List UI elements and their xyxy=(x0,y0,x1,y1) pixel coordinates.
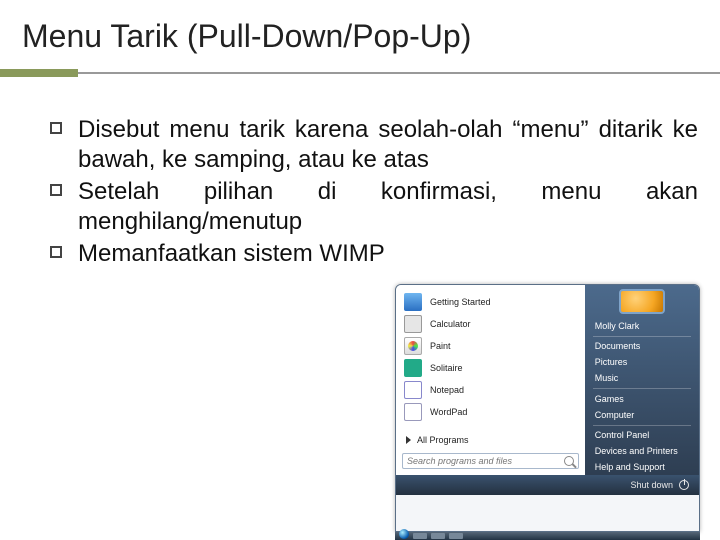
title-rule xyxy=(0,69,720,77)
bullet-marker-icon xyxy=(50,122,62,134)
start-menu-item-label: Paint xyxy=(430,341,451,351)
start-menu-item-label: WordPad xyxy=(430,407,467,417)
paint-icon xyxy=(404,337,422,355)
bullet-text: Memanfaatkan sistem WIMP xyxy=(78,239,698,269)
start-orb-icon[interactable] xyxy=(399,529,409,539)
right-item-computer[interactable]: Computer xyxy=(585,407,699,423)
shutdown-label[interactable]: Shut down xyxy=(630,480,673,490)
bullet-text: Disebut menu tarik karena seolah-olah “m… xyxy=(78,115,698,175)
bullet-marker-icon xyxy=(50,246,62,258)
bullet-item: Memanfaatkan sistem WIMP xyxy=(50,239,698,269)
bullet-text: Setelah pilihan di konfirmasi, menu akan… xyxy=(78,177,698,237)
notepad-icon xyxy=(404,381,422,399)
search-input[interactable] xyxy=(407,456,547,466)
start-menu-item-solitaire[interactable]: Solitaire xyxy=(396,357,585,379)
right-item-documents[interactable]: Documents xyxy=(585,338,699,354)
bullet-item: Disebut menu tarik karena seolah-olah “m… xyxy=(50,115,698,175)
taskbar-button[interactable] xyxy=(413,533,427,539)
start-menu-item-label: Notepad xyxy=(430,385,464,395)
slide-title: Menu Tarik (Pull-Down/Pop-Up) xyxy=(0,0,720,61)
bullet-marker-icon xyxy=(50,184,62,196)
power-icon[interactable] xyxy=(679,480,689,490)
start-menu-item-wordpad[interactable]: WordPad xyxy=(396,401,585,423)
right-item-devices[interactable]: Devices and Printers xyxy=(585,443,699,459)
wordpad-icon xyxy=(404,403,422,421)
start-menu-item-label: Calculator xyxy=(430,319,471,329)
start-menu-body: Getting Started Calculator Paint Solitai… xyxy=(396,285,699,475)
right-item-control-panel[interactable]: Control Panel xyxy=(585,427,699,443)
all-programs-button[interactable]: All Programs xyxy=(396,431,585,449)
start-menu-footer: Shut down xyxy=(396,475,699,495)
start-menu-item-getting-started[interactable]: Getting Started xyxy=(396,291,585,313)
arrow-right-icon xyxy=(406,436,411,444)
bullet-item: Setelah pilihan di konfirmasi, menu akan… xyxy=(50,177,698,237)
search-box[interactable] xyxy=(402,453,579,469)
search-icon xyxy=(564,456,574,466)
right-item-music[interactable]: Music xyxy=(585,370,699,386)
taskbar-button[interactable] xyxy=(431,533,445,539)
right-item-games[interactable]: Games xyxy=(585,391,699,407)
start-menu-item-calculator[interactable]: Calculator xyxy=(396,313,585,335)
bullet-list: Disebut menu tarik karena seolah-olah “m… xyxy=(50,115,698,269)
start-menu: Getting Started Calculator Paint Solitai… xyxy=(395,284,700,532)
title-rule-accent xyxy=(0,69,78,77)
title-rule-line xyxy=(78,72,720,74)
solitaire-icon xyxy=(404,359,422,377)
calculator-icon xyxy=(404,315,422,333)
user-name[interactable]: Molly Clark xyxy=(585,318,699,334)
start-menu-item-label: Solitaire xyxy=(430,363,463,373)
start-menu-item-paint[interactable]: Paint xyxy=(396,335,585,357)
start-menu-left-pane: Getting Started Calculator Paint Solitai… xyxy=(396,285,585,475)
getting-started-icon xyxy=(404,293,422,311)
taskbar-button[interactable] xyxy=(449,533,463,539)
taskbar xyxy=(395,532,700,540)
user-avatar[interactable] xyxy=(619,289,665,314)
start-menu-item-label: Getting Started xyxy=(430,297,491,307)
right-item-help[interactable]: Help and Support xyxy=(585,459,699,475)
start-menu-right-pane: Molly Clark Documents Pictures Music Gam… xyxy=(585,285,699,475)
right-item-pictures[interactable]: Pictures xyxy=(585,354,699,370)
all-programs-label: All Programs xyxy=(417,435,469,445)
start-menu-item-notepad[interactable]: Notepad xyxy=(396,379,585,401)
